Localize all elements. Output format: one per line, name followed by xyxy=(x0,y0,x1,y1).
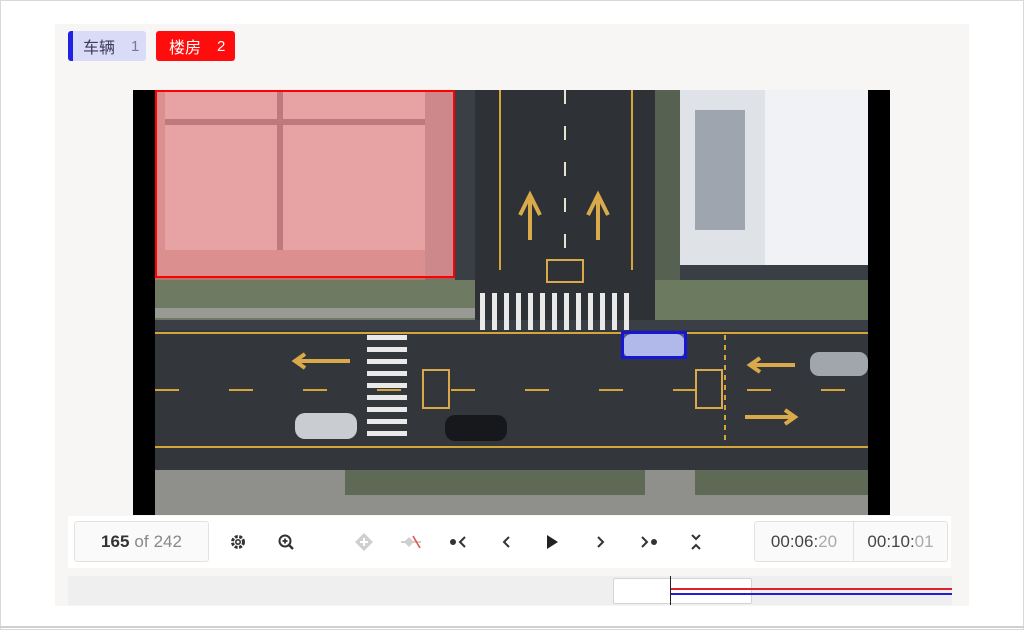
play-icon[interactable] xyxy=(536,528,568,556)
prev-keyframe-icon[interactable] xyxy=(443,528,475,556)
current-time-display: 00:06: 20 xyxy=(754,521,854,562)
frame-of-label: of xyxy=(134,531,149,551)
frame-total: 242 xyxy=(153,531,182,551)
label-count: 1 xyxy=(131,37,140,55)
zoom-in-icon[interactable] xyxy=(270,528,302,556)
building-track-line[interactable] xyxy=(671,588,952,590)
remove-keyframe-icon[interactable] xyxy=(396,528,428,556)
prev-frame-icon[interactable] xyxy=(491,528,523,556)
next-keyframe-icon[interactable] xyxy=(632,528,664,556)
collapse-icon[interactable] xyxy=(680,528,712,556)
frame-current: 165 xyxy=(101,531,130,551)
frame-counter[interactable]: 165 of 242 xyxy=(74,521,209,562)
building-bounding-box[interactable] xyxy=(155,90,455,278)
bottom-divider xyxy=(0,626,1024,628)
timeline-scrub-handle[interactable] xyxy=(613,578,752,604)
gear-icon[interactable] xyxy=(222,528,254,556)
timeline-playhead[interactable] xyxy=(670,576,671,605)
current-time-frac: 20 xyxy=(818,531,838,551)
label-count: 2 xyxy=(217,37,226,55)
total-time-main: 00:10: xyxy=(867,531,915,551)
label-name: 楼房 xyxy=(169,40,202,57)
current-time-main: 00:06: xyxy=(770,531,819,551)
timeline-track-area[interactable] xyxy=(68,576,952,605)
vehicle-track-line[interactable] xyxy=(671,593,952,595)
label-name: 车辆 xyxy=(83,40,116,57)
next-frame-icon[interactable] xyxy=(584,528,616,556)
total-time-display: 00:10: 01 xyxy=(853,521,948,562)
label-chip-vehicle[interactable]: 车辆 1 xyxy=(68,31,146,61)
vehicle-bounding-box[interactable] xyxy=(621,331,687,359)
total-time-frac: 01 xyxy=(914,531,934,551)
label-chip-building[interactable]: 楼房 2 xyxy=(156,31,235,61)
add-keyframe-icon[interactable] xyxy=(348,528,380,556)
